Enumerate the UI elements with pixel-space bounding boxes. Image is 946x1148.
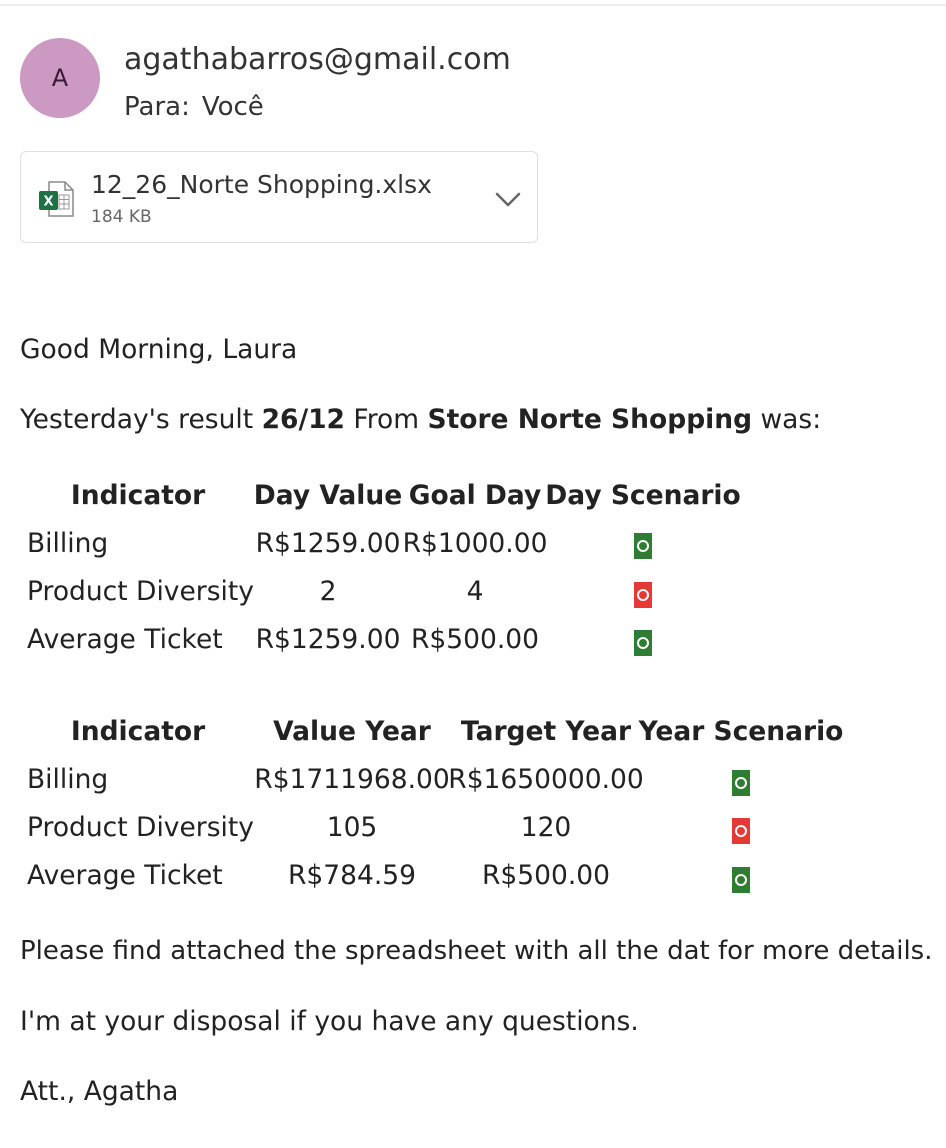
- status-good-icon: [732, 867, 750, 893]
- table-header: Indicator: [70, 716, 206, 747]
- value-year: 105: [326, 812, 378, 843]
- status-dot: [735, 825, 747, 837]
- recipient-name[interactable]: Você: [202, 92, 264, 122]
- table-header: Year Scenario: [638, 716, 844, 747]
- intro-text-2: From: [345, 404, 428, 435]
- avatar[interactable]: A: [20, 38, 100, 118]
- intro-text-3: was:: [752, 404, 822, 435]
- store-name: Store Norte Shopping: [427, 404, 753, 435]
- intro-text-1: Yesterday's result: [20, 404, 262, 435]
- table-header: Day Value: [253, 480, 403, 511]
- indicator-name: Billing: [27, 528, 109, 559]
- table-header: Value Year: [273, 716, 431, 747]
- attachment-name[interactable]: 12_26_Norte Shopping.xlsx: [91, 170, 432, 199]
- table-header: Day Scenario: [545, 480, 741, 511]
- status-dot: [637, 589, 649, 601]
- signature: Att., Agatha: [20, 1076, 179, 1107]
- goal-day: R$500.00: [411, 624, 539, 655]
- goal-day: 4: [466, 576, 484, 607]
- day-value: R$1259.00: [255, 528, 401, 559]
- recipient-line: Para: Você: [124, 92, 264, 122]
- indicator-name: Product Diversity: [27, 812, 254, 843]
- status-dot: [637, 637, 649, 649]
- chevron-down-icon[interactable]: [491, 182, 525, 216]
- status-bad-icon: [634, 582, 652, 608]
- target-year: 120: [520, 812, 572, 843]
- table-header: Indicator: [70, 480, 206, 511]
- value-year: R$784.59: [288, 860, 416, 891]
- status-dot: [637, 540, 649, 552]
- top-divider: [0, 4, 946, 6]
- table-header: Target Year: [460, 716, 632, 747]
- report-date: 26/12: [261, 404, 345, 435]
- table-header: Goal Day: [408, 480, 542, 511]
- status-dot: [735, 874, 747, 886]
- indicator-name: Average Ticket: [27, 860, 223, 891]
- intro-line: Yesterday's result 26/12 From Store Nort…: [20, 404, 821, 435]
- target-year: R$1650000.00: [448, 764, 644, 795]
- day-value: R$1259.00: [255, 624, 401, 655]
- status-good-icon: [634, 533, 652, 559]
- target-year: R$500.00: [482, 860, 610, 891]
- indicator-name: Product Diversity: [27, 576, 254, 607]
- sender-email[interactable]: agathabarros@gmail.com: [124, 42, 511, 77]
- closing-note: I'm at your disposal if you have any que…: [20, 1006, 639, 1037]
- excel-file-icon: X: [39, 181, 74, 217]
- goal-day: R$1000.00: [402, 528, 548, 559]
- status-good-icon: [732, 770, 750, 796]
- day-value: 2: [319, 576, 337, 607]
- to-label: Para:: [124, 92, 190, 122]
- avatar-initial: A: [51, 64, 69, 92]
- status-bad-icon: [732, 818, 750, 844]
- indicator-name: Billing: [27, 764, 109, 795]
- attachment-card[interactable]: X 12_26_Norte Shopping.xlsx 184 KB: [20, 151, 538, 243]
- greeting: Good Morning, Laura: [20, 334, 298, 365]
- attachment-note: Please find attached the spreadsheet wit…: [20, 936, 933, 966]
- status-dot: [735, 777, 747, 789]
- value-year: R$1711968.00: [254, 764, 450, 795]
- status-good-icon: [634, 630, 652, 656]
- attachment-size: 184 KB: [91, 207, 152, 227]
- indicator-name: Average Ticket: [27, 624, 223, 655]
- svg-text:X: X: [43, 195, 53, 210]
